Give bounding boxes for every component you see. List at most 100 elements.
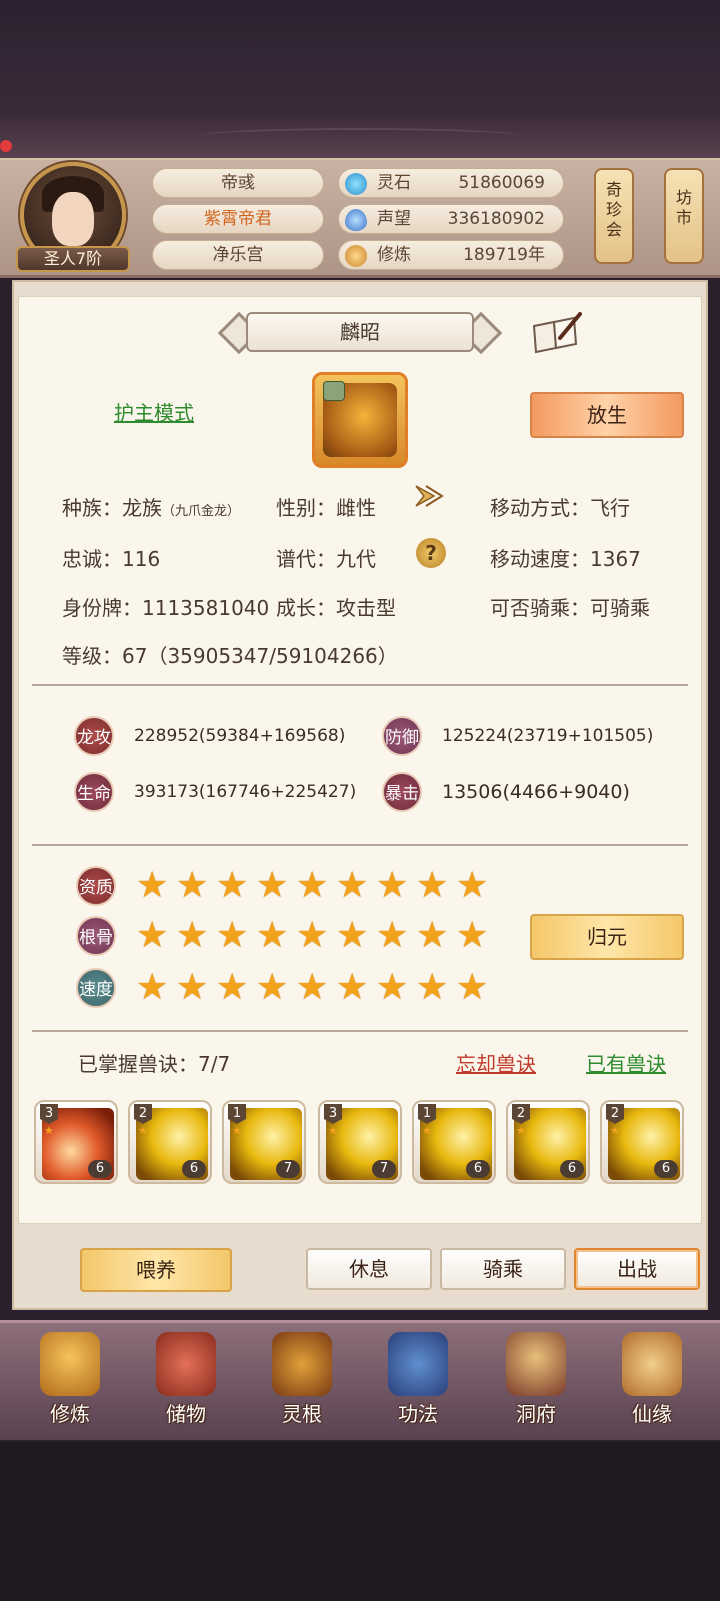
nav-label: 修炼 <box>50 1402 90 1426</box>
stat-value-hp: 393173(167746+225427) <box>134 782 357 802</box>
owned-skills-link[interactable]: 已有兽诀 <box>586 1048 666 1077</box>
skill-card[interactable]: 2 ★ 6 <box>506 1100 590 1184</box>
return-origin-button[interactable]: 归元 <box>530 914 684 960</box>
star-icon: ★ <box>336 915 369 956</box>
nav-label: 灵根 <box>282 1402 322 1426</box>
pet-rideable: 可否骑乘：可骑乘 <box>490 596 650 620</box>
skill-count-badge: 6 <box>466 1160 490 1178</box>
star-icon: ★ <box>296 967 329 1008</box>
pet-move-speed: 移动速度：1367 <box>490 547 641 571</box>
skill-card[interactable]: 3 ★ 6 <box>34 1100 118 1184</box>
star-icon: ★ <box>44 1124 54 1137</box>
speed-stars: ★ ★ ★ ★ ★ ★ ★ ★ ★ <box>136 970 492 1006</box>
star-icon: ★ <box>296 915 329 956</box>
release-button[interactable]: 放生 <box>530 392 684 438</box>
star-icon: ★ <box>416 865 449 906</box>
pet-id-tag: 身份牌：1113581040 <box>62 596 270 620</box>
star-icon: ★ <box>256 865 289 906</box>
nav-immortal-fate[interactable]: 仙缘 <box>604 1326 700 1436</box>
star-icon: ★ <box>416 967 449 1008</box>
guard-mode-link[interactable]: 护主模式 <box>114 397 194 426</box>
player-sect: 净乐宫 <box>152 240 324 270</box>
star-icon: ★ <box>232 1124 242 1137</box>
star-icon: ★ <box>216 865 249 906</box>
spirit-stone-value: 51860069 <box>458 173 545 193</box>
divider <box>32 1030 688 1032</box>
star-icon: ★ <box>216 967 249 1008</box>
notification-dot <box>0 140 12 152</box>
nav-label: 仙缘 <box>632 1402 672 1426</box>
skill-count-badge: 7 <box>276 1160 300 1178</box>
battle-button[interactable]: 出战 <box>574 1248 700 1290</box>
skill-count-badge: 6 <box>654 1160 678 1178</box>
star-icon: ★ <box>516 1124 526 1137</box>
feed-button[interactable]: 喂养 <box>80 1248 232 1292</box>
spirit-stone-icon <box>345 173 367 195</box>
skill-card[interactable]: 1 ★ 7 <box>222 1100 306 1184</box>
stat-badge-hp: 生命 <box>74 772 114 812</box>
skill-card[interactable]: 2 ★ 6 <box>600 1100 684 1184</box>
immortal-fate-icon <box>622 1332 682 1396</box>
reputation-display: 声望 336180902 <box>338 204 564 234</box>
cultivation-label: 修炼 <box>377 245 411 265</box>
pet-portrait[interactable] <box>312 372 408 468</box>
rest-button[interactable]: 休息 <box>306 1248 432 1290</box>
skill-count-badge: 6 <box>88 1160 112 1178</box>
treasure-fair-button[interactable]: 奇珍会 <box>594 168 634 264</box>
nav-cultivation-figure[interactable]: 修炼 <box>22 1326 118 1436</box>
skills-mastered-count: 已掌握兽诀：7/7 <box>78 1052 231 1076</box>
aptitude-stars: ★ ★ ★ ★ ★ ★ ★ ★ ★ <box>136 868 492 904</box>
ride-button[interactable]: 骑乘 <box>440 1248 566 1290</box>
rename-book-icon[interactable] <box>530 312 582 354</box>
nav-label: 储物 <box>166 1402 206 1426</box>
stat-badge-crit: 暴击 <box>382 772 422 812</box>
pet-level: 等级：67（35905347/59104266） <box>62 644 398 668</box>
star-icon: ★ <box>376 865 409 906</box>
star-icon: ★ <box>296 865 329 906</box>
skill-count-badge: 6 <box>560 1160 584 1178</box>
nav-storage-bag[interactable]: 储物 <box>138 1326 234 1436</box>
star-icon: ★ <box>256 915 289 956</box>
quality-badge-aptitude: 资质 <box>76 866 116 906</box>
skill-card[interactable]: 3 ★ 7 <box>318 1100 402 1184</box>
skill-card[interactable]: 2 ★ 6 <box>128 1100 212 1184</box>
player-title-2: 紫霄帝君 <box>152 204 324 234</box>
market-button[interactable]: 坊市 <box>664 168 704 264</box>
reputation-icon <box>345 209 367 231</box>
divider <box>32 684 688 686</box>
help-icon[interactable]: ? <box>416 538 446 568</box>
star-icon: ★ <box>336 967 369 1008</box>
nav-technique-book[interactable]: 功法 <box>370 1326 466 1436</box>
stat-value-defense: 125224(23719+101505) <box>442 726 654 746</box>
skill-card[interactable]: 1 ★ 6 <box>412 1100 496 1184</box>
cultivation-figure-icon <box>40 1332 100 1396</box>
gender-switch-icon[interactable] <box>412 482 444 510</box>
bottom-background <box>0 1442 720 1601</box>
star-icon: ★ <box>456 865 489 906</box>
star-icon: ★ <box>256 967 289 1008</box>
pet-generation: 谱代：九代 <box>276 547 376 571</box>
pet-race: 种族：龙族（九爪金龙） <box>62 496 241 520</box>
nav-cave-mansion[interactable]: 洞府 <box>488 1326 584 1436</box>
pet-move-type: 移动方式：飞行 <box>490 496 630 520</box>
quality-badge-bone: 根骨 <box>76 916 116 956</box>
star-icon: ★ <box>456 915 489 956</box>
cultivation-display: 修炼 189719年 <box>338 240 564 270</box>
nav-spirit-root[interactable]: 灵根 <box>254 1326 350 1436</box>
star-icon: ★ <box>456 967 489 1008</box>
stat-badge-defense: 防御 <box>382 716 422 756</box>
star-icon: ★ <box>136 865 169 906</box>
stat-badge-attack: 龙攻 <box>74 716 114 756</box>
reputation-value: 336180902 <box>447 209 545 229</box>
pet-gender: 性别：雌性 <box>276 496 376 520</box>
star-icon: ★ <box>136 967 169 1008</box>
lock-icon[interactable] <box>323 381 345 401</box>
pet-name: 麟昭 <box>246 312 474 352</box>
nav-label: 洞府 <box>516 1402 556 1426</box>
bone-stars: ★ ★ ★ ★ ★ ★ ★ ★ ★ <box>136 918 492 954</box>
forget-skill-link[interactable]: 忘却兽诀 <box>456 1048 536 1077</box>
player-title-1: 帝彧 <box>152 168 324 198</box>
stat-value-attack: 228952(59384+169568) <box>134 726 346 746</box>
cultivation-icon <box>345 245 367 267</box>
spirit-stone-label: 灵石 <box>377 173 411 193</box>
